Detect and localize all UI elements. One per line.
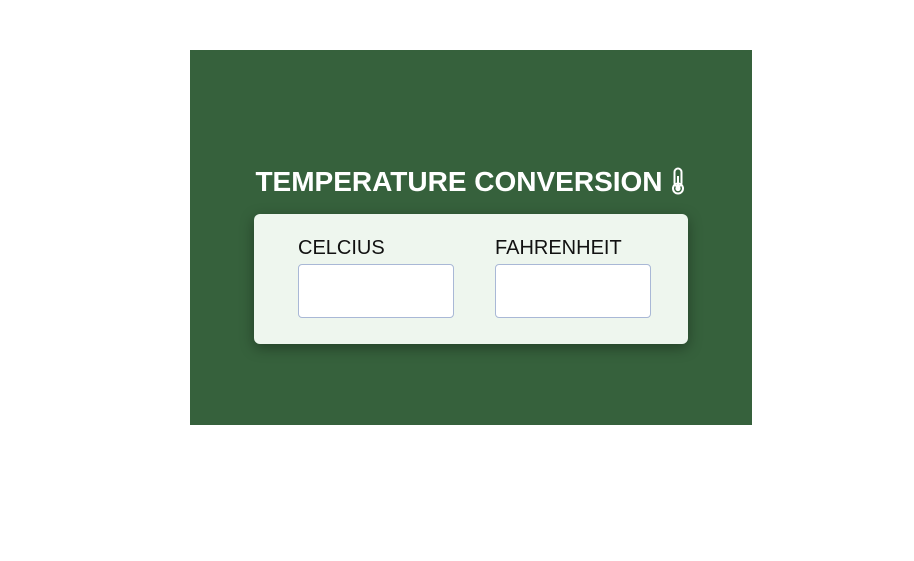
fahrenheit-label: FAHRENHEIT	[495, 237, 622, 259]
thermometer-icon	[671, 167, 684, 195]
celcius-label: CELCIUS	[298, 237, 385, 259]
conversion-card: CELCIUS FAHRENHEIT	[254, 214, 688, 344]
fahrenheit-field-group: FAHRENHEIT	[495, 236, 651, 318]
page-title: TEMPERATURE CONVERSION	[190, 164, 752, 200]
fahrenheit-input[interactable]	[495, 264, 651, 318]
page-title-text: TEMPERATURE CONVERSION	[255, 166, 663, 197]
celcius-field-group: CELCIUS	[298, 236, 454, 318]
converter-panel: TEMPERATURE CONVERSION CELCIUS FAHRENHEI…	[190, 50, 752, 425]
celcius-input[interactable]	[298, 264, 454, 318]
